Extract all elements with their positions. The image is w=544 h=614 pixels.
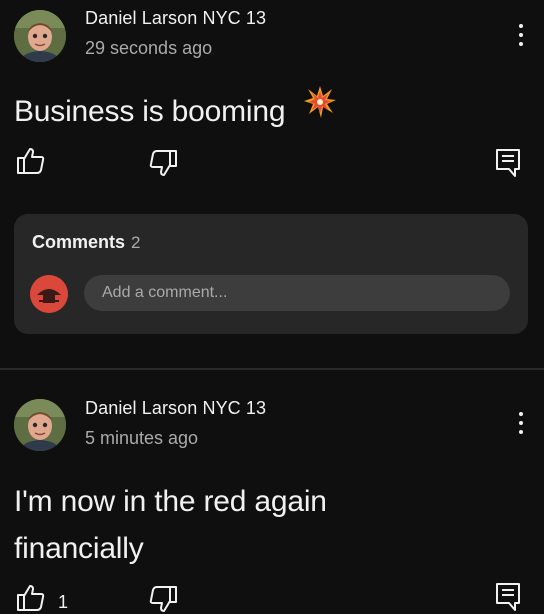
like-count: 1 <box>58 592 69 612</box>
dislike-button[interactable] <box>148 584 178 614</box>
comment-button[interactable] <box>495 148 521 178</box>
comments-header: Comments 2 <box>32 232 140 253</box>
post-divider <box>0 368 544 370</box>
thumbs-down-icon <box>149 586 177 612</box>
comment-icon <box>496 583 520 611</box>
like-button[interactable] <box>16 146 58 176</box>
like-button[interactable]: 1 <box>16 582 68 613</box>
post-timestamp: 5 minutes ago <box>85 428 199 448</box>
thumbs-down-icon <box>149 150 177 176</box>
post-card: Daniel Larson NYC 13 5 minutes ago I'm n… <box>0 371 544 612</box>
thumbs-up-icon <box>17 148 45 174</box>
author-name[interactable]: Daniel Larson NYC 13 <box>85 398 266 419</box>
author-name[interactable]: Daniel Larson NYC 13 <box>85 8 266 29</box>
post-text-line: I'm now in the red again <box>14 485 327 518</box>
comment-input[interactable] <box>84 275 510 311</box>
comments-panel[interactable]: Comments 2 <box>14 214 528 334</box>
user-avatar <box>30 275 68 313</box>
dislike-button[interactable] <box>148 148 178 178</box>
more-vert-icon[interactable] <box>511 406 531 440</box>
comment-button[interactable] <box>495 582 521 612</box>
post-text-content: Business is booming <box>14 95 286 128</box>
more-vert-icon[interactable] <box>511 18 531 52</box>
post-card: Daniel Larson NYC 13 29 seconds ago Busi… <box>0 0 544 368</box>
author-avatar[interactable] <box>14 399 66 451</box>
author-avatar[interactable] <box>14 10 66 62</box>
post-text-line: financially <box>14 532 144 565</box>
post-text: Business is booming <box>14 85 337 135</box>
post-text: I'm now in the red again financially <box>14 478 327 572</box>
comments-count: 2 <box>131 233 141 252</box>
thumbs-up-icon <box>17 584 45 611</box>
collision-icon <box>303 85 337 133</box>
comment-icon <box>496 149 520 177</box>
comments-title: Comments <box>32 232 126 252</box>
post-timestamp: 29 seconds ago <box>85 38 213 58</box>
